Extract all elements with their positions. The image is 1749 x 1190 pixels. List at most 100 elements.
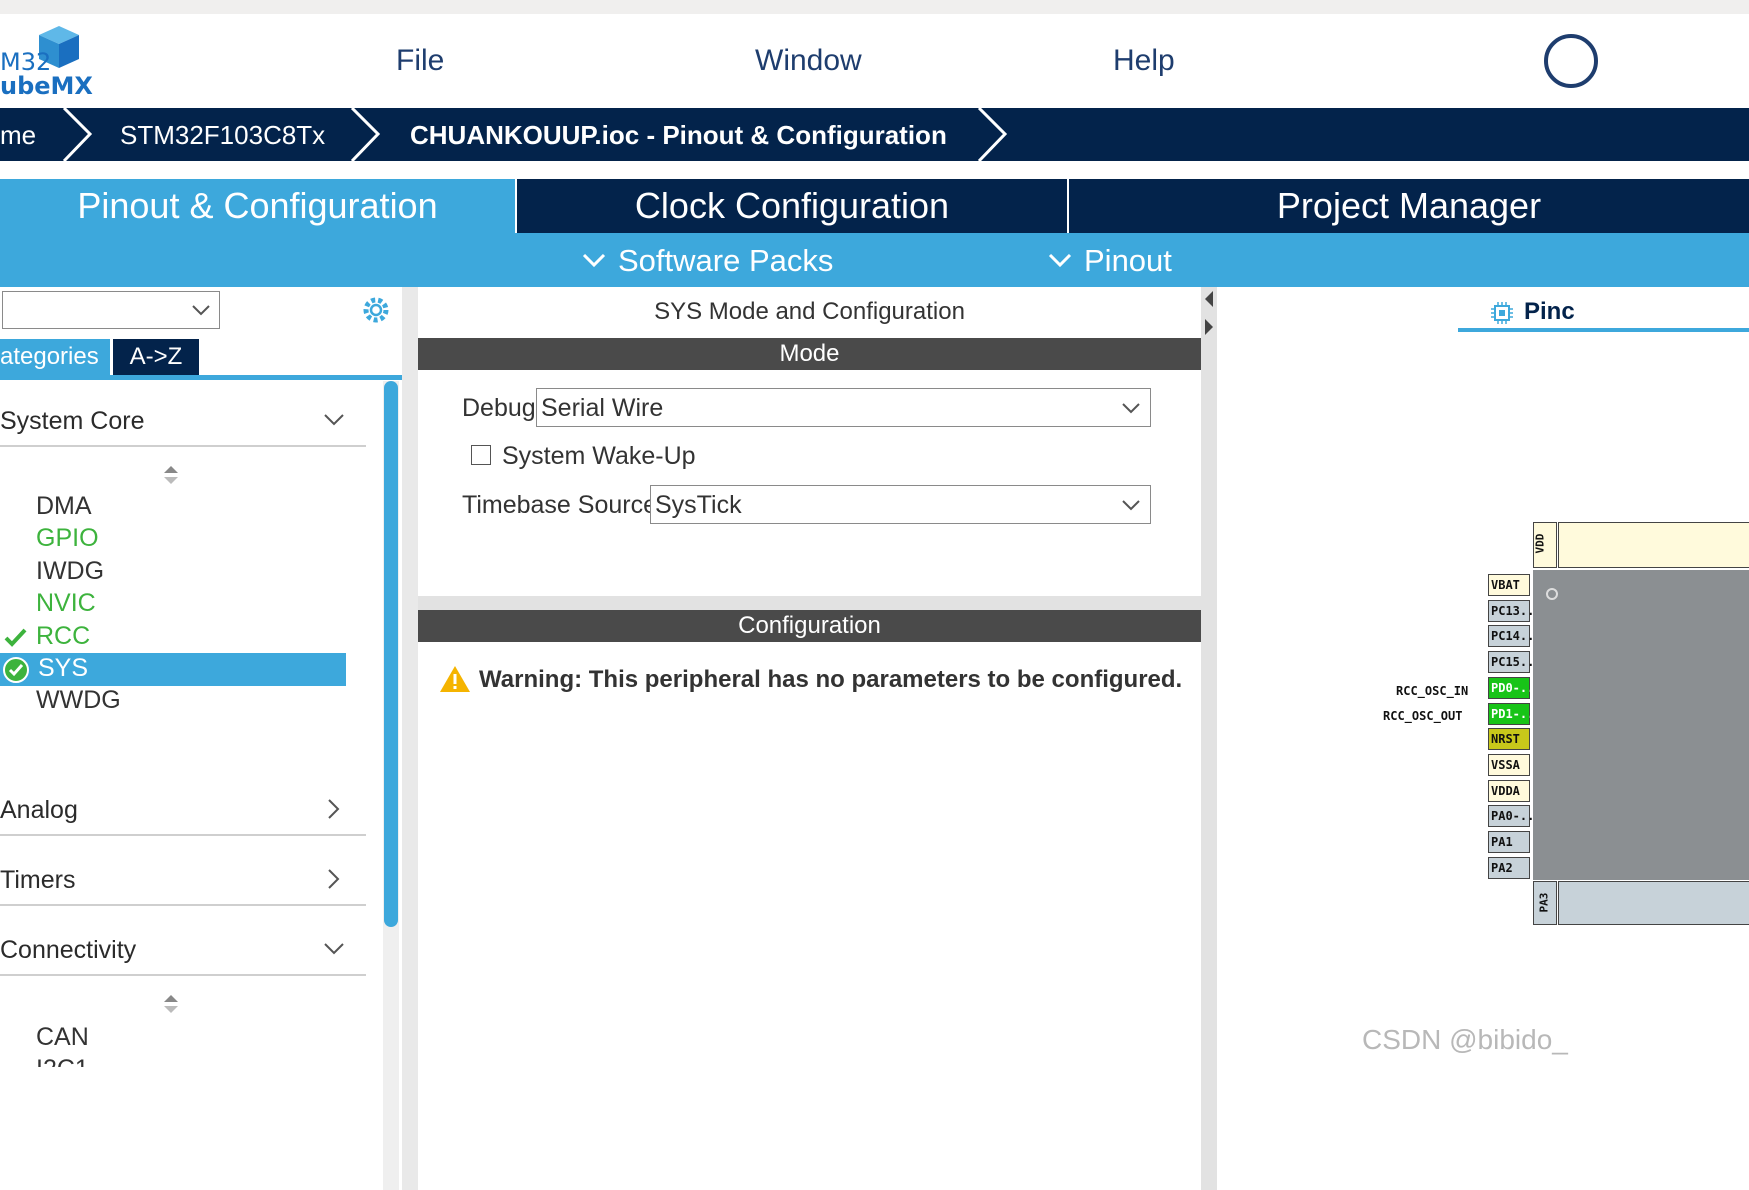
category-system-core[interactable]: System Core xyxy=(0,397,366,447)
list-item-i2c1[interactable]: I2C1 xyxy=(36,1055,89,1067)
panel-title: SYS Mode and Configuration xyxy=(654,298,965,325)
section-splitter[interactable] xyxy=(418,596,1201,610)
mode-header: Mode xyxy=(418,338,1201,370)
menu-file[interactable]: File xyxy=(396,44,444,78)
pin-label: PA2 xyxy=(1491,860,1513,875)
tab-categories[interactable]: ategories xyxy=(0,339,110,375)
sub-toolbar: Software Packs Pinout xyxy=(0,233,1749,287)
pin-pd0[interactable]: PD0-.. xyxy=(1488,676,1534,699)
category-timers[interactable]: Timers xyxy=(0,856,366,906)
tab-clock-configuration[interactable]: Clock Configuration xyxy=(517,179,1067,233)
pin-pc14[interactable]: PC14.. xyxy=(1488,625,1534,648)
st-badge-icon[interactable] xyxy=(1544,34,1598,88)
pin-label: PD0-.. xyxy=(1491,680,1535,695)
timebase-select[interactable]: SysTick xyxy=(650,485,1151,524)
tab-underline xyxy=(0,375,402,380)
list-item-nvic[interactable]: NVIC xyxy=(36,589,96,618)
menu-window[interactable]: Window xyxy=(755,44,862,78)
list-item-sys[interactable]: SYS xyxy=(38,654,88,683)
tab-pinout-configuration[interactable]: Pinout & Configuration xyxy=(0,179,515,233)
list-item-wwdg[interactable]: WWDG xyxy=(36,686,121,715)
pin-label: VSSA xyxy=(1491,757,1520,772)
chevron-right-icon xyxy=(328,869,340,889)
gear-icon[interactable] xyxy=(360,294,392,326)
menu-help[interactable]: Help xyxy=(1113,44,1175,78)
timebase-label: Timebase Source xyxy=(462,491,657,519)
pin-label: VBAT xyxy=(1491,578,1520,592)
pin-pc13[interactable]: PC13.. xyxy=(1488,599,1534,622)
software-packs-menu[interactable]: Software Packs xyxy=(582,243,833,279)
pin-label: VDDA xyxy=(1491,783,1520,798)
tab-divider xyxy=(1067,179,1069,233)
list-item-iwdg[interactable]: IWDG xyxy=(36,557,104,586)
watermark: CSDN @bibido_ xyxy=(1362,1024,1568,1055)
breadcrumb: me STM32F103C8Tx CHUANKOUUP.ioc - Pinout… xyxy=(0,108,1749,161)
chevron-down-icon xyxy=(192,305,210,316)
panel-splitter[interactable] xyxy=(1201,287,1217,1190)
pin-label: PC13.. xyxy=(1491,603,1535,618)
configuration-header: Configuration xyxy=(418,610,1201,642)
list-item-can[interactable]: CAN xyxy=(36,1023,89,1052)
pin-pa1[interactable]: PA1 xyxy=(1488,831,1530,853)
pinout-view-tab-label: Pinc xyxy=(1524,298,1575,325)
warning-icon xyxy=(440,666,470,692)
tab-a-z[interactable]: A->Z xyxy=(113,339,199,375)
pin-vbat[interactable]: VBAT xyxy=(1488,574,1530,596)
system-wakeup-checkbox[interactable] xyxy=(471,445,491,465)
software-packs-label: Software Packs xyxy=(618,243,834,278)
list-item-dma[interactable]: DMA xyxy=(36,492,92,521)
pin-pa3[interactable]: PA3 xyxy=(1533,881,1557,925)
category-analog[interactable]: Analog xyxy=(0,786,366,836)
pin-pd1[interactable]: PD1-.. xyxy=(1488,702,1534,725)
pin-vdd-top[interactable]: VDD xyxy=(1533,522,1557,568)
collapse-arrows-icon[interactable] xyxy=(1203,289,1215,339)
debug-select[interactable]: Serial Wire xyxy=(536,388,1151,427)
tab-pinout-label: Pinout & Configuration xyxy=(77,185,438,226)
tab-project-label: Project Manager xyxy=(1276,185,1542,226)
tab-a-z-label: A->Z xyxy=(129,343,183,370)
breadcrumb-project[interactable]: CHUANKOUUP.ioc - Pinout & Configuration xyxy=(410,120,947,151)
chip-body[interactable] xyxy=(1533,570,1749,880)
pin-bottom-next[interactable] xyxy=(1558,881,1749,925)
pin-vssa[interactable]: VSSA xyxy=(1488,753,1530,776)
panel-splitter[interactable] xyxy=(402,287,418,1190)
configuration-header-label: Configuration xyxy=(738,612,881,639)
check-icon xyxy=(3,657,29,683)
scrollbar-thumb[interactable] xyxy=(384,381,398,927)
breadcrumb-device[interactable]: STM32F103C8Tx xyxy=(120,120,325,151)
pin-nrst[interactable]: NRST xyxy=(1488,728,1530,751)
tab-project-manager[interactable]: Project Manager xyxy=(1069,179,1749,233)
chevron-down-icon xyxy=(1122,403,1140,414)
pin-vdd-label: VDD xyxy=(1533,533,1547,554)
category-system-core-label: System Core xyxy=(0,407,145,435)
pin-label: PD1-.. xyxy=(1491,706,1535,721)
breadcrumb-home[interactable]: me xyxy=(0,120,36,151)
tab-divider xyxy=(515,179,517,233)
check-icon xyxy=(4,628,27,647)
pin-pc15[interactable]: PC15.. xyxy=(1488,651,1534,674)
pinout-menu[interactable]: Pinout xyxy=(1048,243,1172,279)
sort-arrows-icon[interactable] xyxy=(163,993,179,1015)
category-filter-combo[interactable] xyxy=(2,291,220,329)
breadcrumb-chevron-icon xyxy=(62,108,93,161)
pinout-view-tab[interactable]: Pinc xyxy=(1458,296,1749,332)
category-timers-label: Timers xyxy=(0,866,76,894)
chip-icon xyxy=(1491,302,1513,324)
pin-top-next[interactable] xyxy=(1558,522,1749,568)
sort-arrows-icon[interactable] xyxy=(163,464,179,486)
list-item-gpio[interactable]: GPIO xyxy=(36,524,99,553)
signal-label-osc-in: RCC_OSC_IN xyxy=(1396,684,1469,698)
pin-vdda[interactable]: VDDA xyxy=(1488,779,1530,802)
pin-pa2[interactable]: PA2 xyxy=(1488,856,1530,879)
category-connectivity[interactable]: Connectivity xyxy=(0,926,366,976)
debug-label: Debug xyxy=(462,394,536,422)
mode-header-label: Mode xyxy=(779,340,840,367)
pin-pa0[interactable]: PA0-.. xyxy=(1488,805,1534,828)
tab-clock-label: Clock Configuration xyxy=(634,185,950,226)
pin-label: PC15.. xyxy=(1491,655,1535,670)
chevron-down-icon xyxy=(324,943,344,955)
menu-bar xyxy=(0,14,1749,108)
signal-label-osc-out: RCC_OSC_OUT xyxy=(1383,709,1463,723)
logo-line2: ubeMX xyxy=(0,72,93,100)
list-item-rcc[interactable]: RCC xyxy=(36,622,90,651)
